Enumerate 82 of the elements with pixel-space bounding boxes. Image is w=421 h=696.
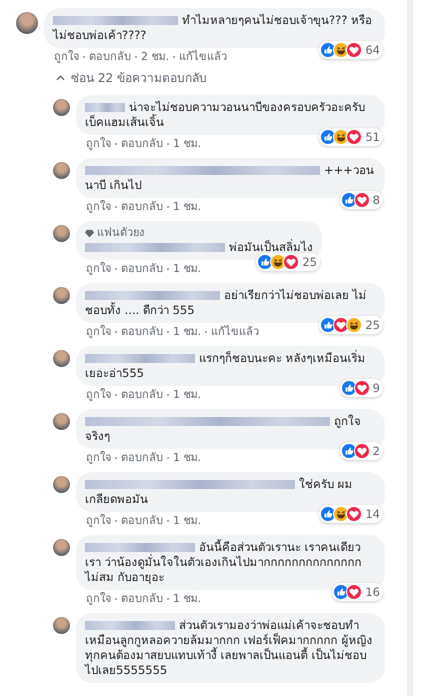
timestamp-link[interactable]: 1 ชม. <box>173 451 201 465</box>
diamond-icon <box>85 228 94 238</box>
separator-dot <box>167 268 169 270</box>
reactions-summary[interactable]: 14 <box>319 505 383 523</box>
separator-dot <box>115 268 117 270</box>
reactions-summary[interactable]: 16 <box>332 583 383 601</box>
separator-dot <box>167 143 169 145</box>
avatar[interactable] <box>53 617 70 634</box>
reactions-summary[interactable]: 64 <box>319 41 383 59</box>
separator-dot <box>115 598 117 600</box>
separator-dot <box>167 206 169 208</box>
avatar[interactable] <box>16 12 38 34</box>
comment-action-link[interactable]: ถูกใจ <box>86 592 111 606</box>
edited-label: แก้ไขแล้ว <box>179 50 227 64</box>
reaction-count: 14 <box>365 506 380 522</box>
timestamp-link[interactable]: 1 ชม. <box>173 388 201 402</box>
comment-action-link[interactable]: ถูกใจ <box>86 200 111 214</box>
avatar[interactable] <box>53 476 70 493</box>
timestamp-link[interactable]: 1 ชม. <box>173 325 201 339</box>
separator-dot <box>115 331 117 333</box>
hide-replies-link[interactable]: ซ่อน 22 ข้อความตอบกลับ <box>56 68 207 87</box>
fan-label: แฟนตัวยง <box>97 226 144 240</box>
comment-action-link[interactable]: ตอบกลับ <box>121 592 163 606</box>
timestamp-link[interactable]: 1 ชม. <box>173 137 201 151</box>
comment-action-link[interactable]: ถูกใจ <box>86 325 111 339</box>
separator-dot <box>167 457 169 459</box>
separator-dot <box>115 520 117 522</box>
comment-action-link[interactable]: ถูกใจ <box>86 514 111 528</box>
edited-label: แก้ไขแล้ว <box>211 325 259 339</box>
reactions-summary[interactable]: 2 <box>340 442 383 460</box>
avatar[interactable] <box>53 350 70 367</box>
separator-dot <box>167 394 169 396</box>
comment-action-link[interactable]: ตอบกลับ <box>121 325 163 339</box>
timestamp-link[interactable]: 1 ชม. <box>173 514 201 528</box>
comment-action-link[interactable]: ถูกใจ <box>54 50 79 64</box>
reaction-count: 8 <box>372 192 380 208</box>
comment-action-link[interactable]: ตอบกลับ <box>89 50 131 64</box>
reaction-count: 2 <box>372 444 380 458</box>
separator-dot <box>167 598 169 600</box>
comment-action-link[interactable]: ตอบกลับ <box>121 200 163 214</box>
reaction-count: 25 <box>365 318 380 332</box>
reaction-count: 64 <box>365 42 380 58</box>
separator-dot <box>115 394 117 396</box>
comment-text: พ่อมันเป็นสลิ่มไง <box>85 240 313 255</box>
separator-dot <box>173 56 175 58</box>
caret-icon <box>56 74 65 80</box>
timestamp-link[interactable]: 1 ชม. <box>173 592 201 606</box>
separator-dot <box>205 331 207 333</box>
timestamp-link[interactable]: 1 ชม. <box>173 200 201 214</box>
reaction-count: 16 <box>365 584 380 600</box>
comment-action-link[interactable]: ตอบกลับ <box>121 388 163 402</box>
reactions-summary[interactable]: 8 <box>340 191 383 209</box>
separator-dot <box>83 56 85 58</box>
avatar[interactable] <box>53 162 70 179</box>
avatar[interactable] <box>53 413 70 430</box>
reaction-count: 9 <box>372 380 380 396</box>
reactions-summary[interactable]: 25 <box>256 253 320 271</box>
separator-dot <box>115 143 117 145</box>
separator-dot <box>167 331 169 333</box>
separator-dot <box>115 206 117 208</box>
reactions-summary[interactable]: 51 <box>319 128 383 146</box>
comment-action-link[interactable]: ตอบกลับ <box>121 514 163 528</box>
separator-dot <box>115 457 117 459</box>
avatar[interactable] <box>53 539 70 556</box>
comment-action-link[interactable]: ถูกใจ <box>86 262 111 276</box>
comment-action-link[interactable]: ตอบกลับ <box>121 262 163 276</box>
avatar[interactable] <box>53 99 70 116</box>
reaction-count: 25 <box>302 254 317 270</box>
separator-dot <box>167 520 169 522</box>
timestamp-link[interactable]: 1 ชม. <box>173 262 201 276</box>
reactions-summary[interactable]: 9 <box>340 379 383 397</box>
comment-action-link[interactable]: ตอบกลับ <box>121 137 163 151</box>
avatar[interactable] <box>53 225 70 242</box>
reactions-summary[interactable]: 25 <box>319 316 383 334</box>
comment-action-link[interactable]: ถูกใจ <box>86 388 111 402</box>
separator-dot <box>135 56 137 58</box>
reaction-count: 51 <box>365 130 380 144</box>
comment-action-link[interactable]: ถูกใจ <box>86 137 111 151</box>
timestamp-link[interactable]: 2 ชม. <box>141 50 169 64</box>
avatar[interactable] <box>53 287 70 304</box>
comment-action-link[interactable]: ถูกใจ <box>86 451 111 465</box>
comment-action-link[interactable]: ตอบกลับ <box>121 451 163 465</box>
